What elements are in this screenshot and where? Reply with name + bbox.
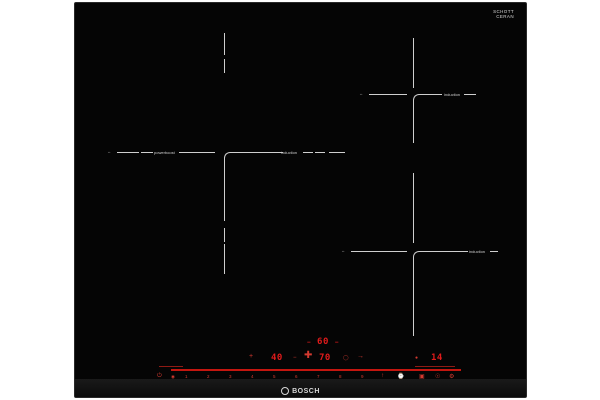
zone-left-top-mark	[224, 33, 225, 55]
zone-right-bottom-vline	[413, 173, 414, 243]
power-center-display: 70	[319, 353, 331, 363]
power-right-display: 14	[431, 353, 443, 363]
zone-left-bottom-mark	[224, 228, 225, 242]
zone-right-bottom-line	[422, 251, 468, 252]
zone-left-bottom-mark-2	[224, 244, 225, 274]
zone-right-top-vline-2	[413, 103, 414, 143]
timer-plus-symbol[interactable]: −	[335, 339, 339, 346]
left-minus-button[interactable]: +	[249, 353, 253, 360]
zone-left-outer-line	[117, 152, 139, 153]
timer-minus-symbol[interactable]: −	[307, 339, 311, 346]
right-zone-icon[interactable]: ●	[415, 355, 418, 361]
zone-right-top-curve	[413, 94, 423, 104]
timer-value: 60	[317, 337, 329, 347]
power-left-display: 40	[271, 353, 283, 363]
zone-left-right-line-2	[315, 152, 325, 153]
zone-left-center-vline	[224, 161, 225, 221]
zone-right-top-line	[422, 94, 442, 95]
zone-left-center-curve	[224, 152, 234, 162]
zone-left-top-mark-2	[224, 59, 225, 73]
zone-right-bottom-right-line	[490, 251, 498, 252]
timer-display: − 60 −	[307, 337, 339, 347]
cooktop-glass-panel: SCHOTT CERAN ↔ powerboost induction ↔ in…	[74, 2, 527, 398]
zone-left-center-line-2	[233, 152, 283, 153]
zone-right-bottom-vline-2	[413, 260, 414, 336]
zone-right-bottom-induction-label[interactable]: induction	[469, 249, 485, 254]
zone-left-induction-label[interactable]: induction	[281, 150, 297, 155]
glass-brand-line-2: CERAN	[496, 14, 514, 19]
center-arrow-icon[interactable]: →	[357, 353, 364, 360]
zone-right-bottom-outer-line	[351, 251, 407, 252]
hob-front-frame: BOSCH	[75, 379, 526, 397]
zone-right-top-vline	[413, 38, 414, 88]
bosch-logo-icon	[281, 387, 290, 395]
zone-right-top-outer-icon: ↔	[359, 91, 363, 96]
zone-right-top-outer-line	[369, 94, 407, 95]
zone-left-center-line	[179, 152, 215, 153]
glass-brand-logo: SCHOTT CERAN	[493, 9, 514, 19]
slider-right-indicator	[415, 366, 455, 367]
zone-left-right-line	[303, 152, 313, 153]
brand-name: BOSCH	[292, 387, 320, 395]
left-plus-button[interactable]: −	[293, 355, 297, 361]
zone-left-outer-line-2	[141, 152, 153, 153]
zone-left-right-line-3	[329, 152, 345, 153]
slider-left-indicator	[159, 366, 183, 367]
zone-left-powerboost-label[interactable]: powerboost	[154, 150, 175, 155]
zone-right-bottom-curve	[413, 251, 423, 261]
zone-right-top-induction-label[interactable]: induction	[444, 92, 460, 97]
zone-right-top-right-line	[464, 94, 476, 95]
center-select-icon[interactable]: ✚	[304, 350, 312, 361]
zone-left-outer-icon: ↔	[107, 149, 111, 154]
center-unit-icon: ◯	[343, 355, 349, 361]
brand-logo: BOSCH	[75, 387, 526, 395]
touch-slider[interactable]	[171, 369, 461, 371]
zone-right-bottom-outer-icon: ↔	[341, 248, 345, 253]
